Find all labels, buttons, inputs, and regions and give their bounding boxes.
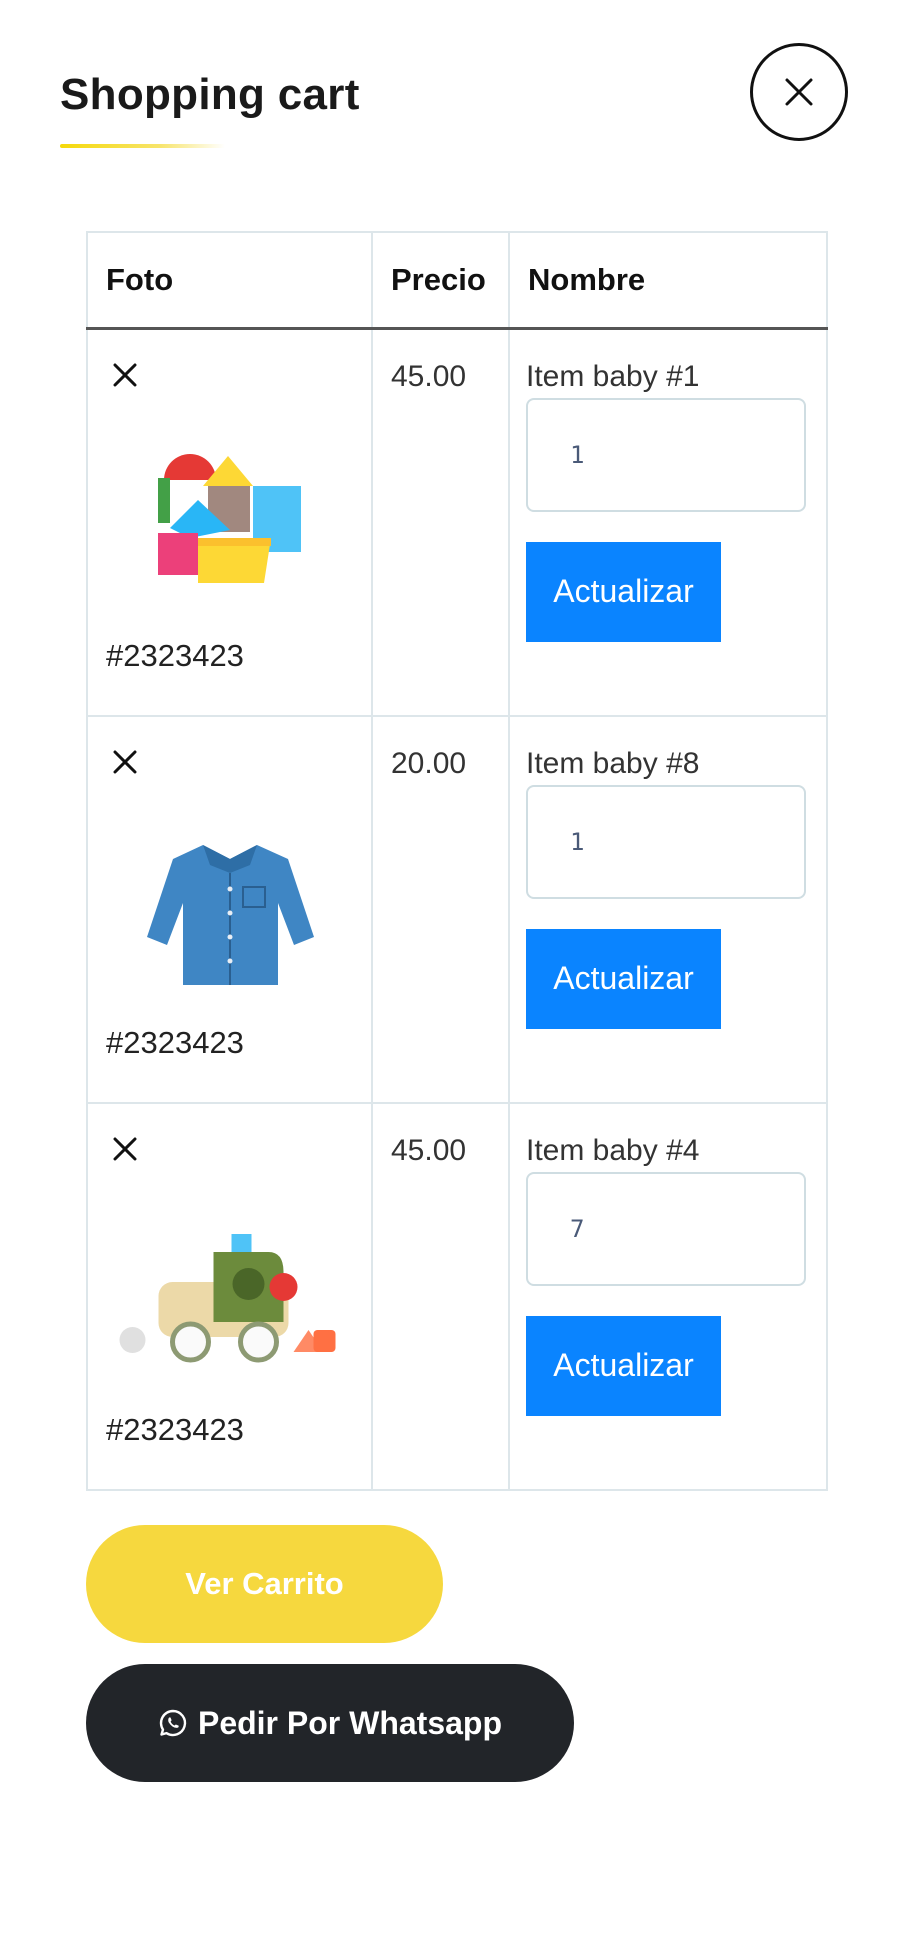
quantity-input[interactable] bbox=[526, 1171, 806, 1286]
update-button[interactable]: Actualizar bbox=[526, 541, 721, 642]
page-title: Shopping cart bbox=[60, 70, 360, 119]
view-cart-button[interactable]: Ver Carrito bbox=[86, 1525, 443, 1643]
product-image bbox=[158, 453, 301, 583]
table-row: #2323423 20.00 Item baby #8 Actualizar bbox=[86, 714, 828, 1104]
price-cell: 45.00 bbox=[371, 1101, 510, 1491]
product-name: Item baby #1 bbox=[526, 359, 700, 393]
whatsapp-order-button[interactable]: Pedir Por Whatsapp bbox=[86, 1664, 574, 1782]
quantity-input[interactable] bbox=[526, 784, 806, 899]
product-sku: #2323423 bbox=[106, 637, 244, 673]
table-row: #2323423 45.00 Item baby #4 Actualizar bbox=[86, 1101, 828, 1491]
name-cell: Item baby #4 Actualizar bbox=[508, 1101, 828, 1491]
column-header-nombre: Nombre bbox=[508, 231, 828, 330]
close-cart-button[interactable] bbox=[750, 43, 848, 141]
cart-table: Foto Precio Nombre #2323423 45.00 Item b… bbox=[86, 231, 828, 1491]
price-cell: 45.00 bbox=[371, 327, 510, 717]
product-price: 45.00 bbox=[391, 359, 467, 393]
product-price: 20.00 bbox=[391, 746, 467, 780]
whatsapp-button-label: Pedir Por Whatsapp bbox=[197, 1704, 503, 1741]
product-name: Item baby #4 bbox=[526, 1133, 700, 1167]
photo-cell: #2323423 bbox=[86, 1101, 373, 1491]
product-sku: #2323423 bbox=[106, 1411, 244, 1447]
update-button[interactable]: Actualizar bbox=[526, 928, 721, 1029]
photo-cell: #2323423 bbox=[86, 327, 373, 717]
remove-item-icon[interactable] bbox=[110, 360, 140, 390]
name-cell: Item baby #8 Actualizar bbox=[508, 714, 828, 1104]
remove-item-icon[interactable] bbox=[110, 1134, 140, 1164]
update-button[interactable]: Actualizar bbox=[526, 1315, 721, 1416]
cart-header: Shopping cart bbox=[60, 70, 360, 148]
table-row: #2323423 45.00 Item baby #1 Actualizar bbox=[86, 327, 828, 717]
product-name: Item baby #8 bbox=[526, 746, 700, 780]
table-header-row: Foto Precio Nombre bbox=[86, 231, 828, 330]
photo-cell: #2323423 bbox=[86, 714, 373, 1104]
name-cell: Item baby #1 Actualizar bbox=[508, 327, 828, 717]
title-underline bbox=[60, 144, 225, 148]
product-image bbox=[147, 844, 314, 985]
whatsapp-icon bbox=[159, 1709, 187, 1737]
remove-item-icon[interactable] bbox=[110, 747, 140, 777]
product-sku: #2323423 bbox=[106, 1024, 244, 1060]
quantity-input[interactable] bbox=[526, 397, 806, 512]
product-image bbox=[119, 1233, 336, 1362]
close-icon bbox=[785, 78, 813, 106]
product-price: 45.00 bbox=[391, 1133, 467, 1167]
column-header-precio: Precio bbox=[371, 231, 510, 330]
column-header-foto: Foto bbox=[86, 231, 373, 330]
price-cell: 20.00 bbox=[371, 714, 510, 1104]
